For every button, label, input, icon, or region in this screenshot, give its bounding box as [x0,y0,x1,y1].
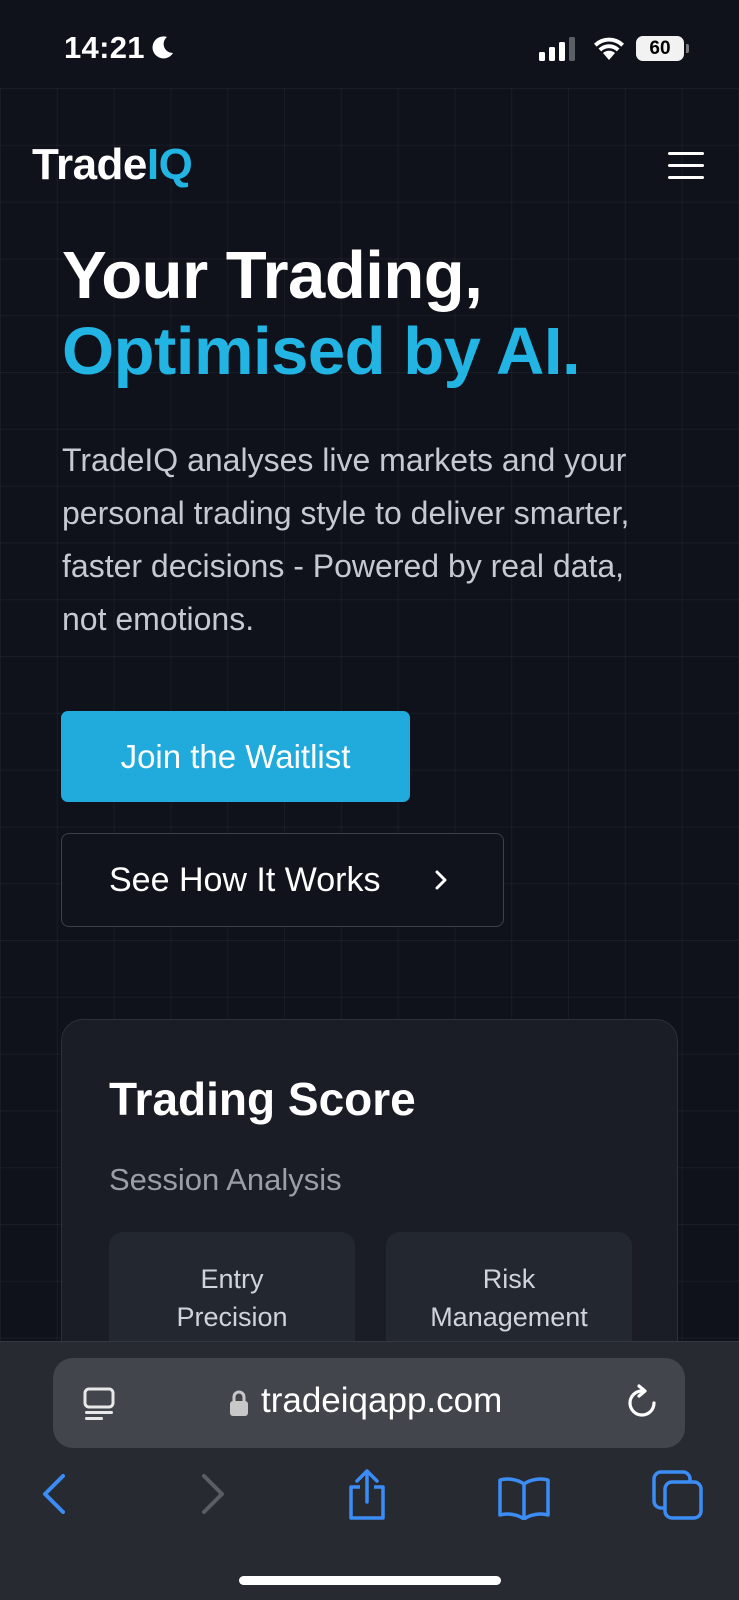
forward-icon[interactable] [200,1473,226,1515]
lock-icon [230,1390,248,1416]
page-menu-icon[interactable] [83,1387,117,1421]
status-time: 14:21 [64,30,145,65]
hero-title: Your Trading, Optimised by AI. [62,238,702,390]
address-bar[interactable]: tradeiqapp.com [53,1358,685,1448]
hero-title-line2: Optimised by AI. [62,314,581,389]
url-text: tradeiqapp.com [261,1381,503,1420]
browser-toolbar: tradeiqapp.com [0,1341,739,1600]
bookmarks-icon[interactable] [497,1476,551,1520]
hamburger-menu-icon[interactable] [668,152,704,180]
hero-title-line1: Your Trading, [62,238,483,313]
logo[interactable]: TradeIQ [32,140,193,190]
battery-tip [686,44,689,53]
battery-icon: 60 [636,36,684,61]
logo-text: Trade [32,140,147,189]
share-icon[interactable] [346,1469,388,1521]
card-subtitle: Session Analysis [109,1162,342,1197]
moon-icon [152,36,173,59]
cellular-signal-icon [539,37,575,61]
hero-description: TradeIQ analyses live markets and your p… [62,442,630,637]
see-how-it-works-button[interactable]: See How It Works [61,833,504,927]
home-indicator[interactable] [239,1576,501,1585]
card-title: Trading Score [109,1073,416,1125]
tabs-icon[interactable] [652,1470,704,1520]
see-how-it-works-label: See How It Works [109,860,381,899]
back-icon[interactable] [41,1473,67,1515]
chevron-right-icon [435,870,447,890]
wifi-icon [594,37,624,60]
reload-icon[interactable] [625,1383,661,1423]
join-waitlist-button[interactable]: Join the Waitlist [61,711,410,802]
status-bar: 14:21 60 [0,0,739,88]
logo-accent-text: IQ [146,140,193,189]
page: 14:21 60 TradeIQ Your Trading, Optimised… [0,0,739,1600]
